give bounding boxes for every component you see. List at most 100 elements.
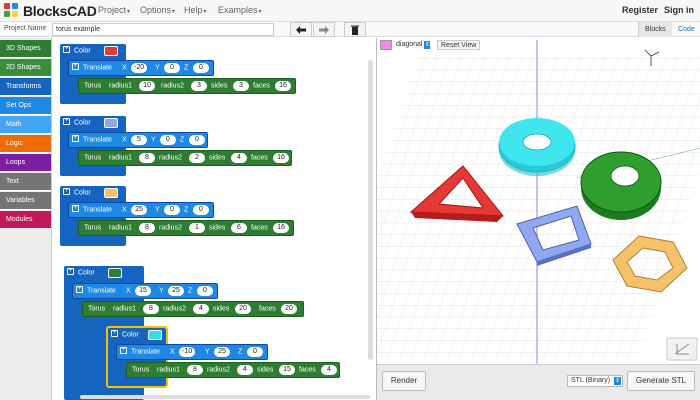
category-2d-shapes[interactable]: 2D Shapes [0,59,51,77]
signin-link[interactable]: Sign in [664,5,694,15]
register-link[interactable]: Register [622,5,658,15]
torus-block[interactable]: Torus radius1 8 radius2 1 sides 6 faces … [78,220,294,236]
translate-x-field[interactable]: 5 [131,135,147,145]
translate-y-field[interactable]: 0 [164,205,180,215]
category-logic[interactable]: Logic [0,135,51,153]
caret-down-icon: ▾ [172,9,176,15]
generate-stl-button[interactable]: Generate STL [627,371,695,391]
torus-block[interactable]: Torus radius1 8 radius2 4 sides 15 faces… [126,362,340,378]
radius1-field[interactable]: 8 [139,153,155,163]
color-swatch[interactable] [148,330,162,340]
radius1-field[interactable]: 10 [139,81,155,91]
sides-field[interactable]: 3 [233,81,249,91]
torus-block[interactable]: Torus radius1 10 radius2 3 sides 3 faces… [78,78,296,94]
view-color-swatch[interactable] [380,40,392,50]
undo-button[interactable] [290,22,312,37]
radius1-field[interactable]: 8 [139,223,155,233]
plus-icon[interactable]: + [63,46,70,53]
plus-icon[interactable]: + [72,205,79,212]
category-variables[interactable]: Variables [0,192,51,210]
sides-field[interactable]: 6 [231,223,247,233]
workspace-vertical-scrollbar[interactable] [368,60,373,360]
reset-view-button[interactable]: Reset View [437,40,481,50]
block-workspace[interactable]: + Color + Translate X -20 Y 0 Z 0 Torus … [52,38,374,400]
faces-field[interactable]: 4 [321,365,337,375]
viewer-toolbar: diagonal ⇕ Reset View [377,38,700,52]
torus-block[interactable]: Torus radius1 8 radius2 4 sides 20 faces… [82,301,304,317]
plus-icon[interactable]: + [111,330,118,337]
top-bar: BlocksCAD Project▾ Options▾ Help▾ Exampl… [0,0,700,22]
tab-blocks[interactable]: Blocks [638,22,672,37]
translate-x-field[interactable]: -10 [179,347,196,357]
faces-field[interactable]: 16 [273,223,289,233]
radius2-field[interactable]: 4 [237,365,253,375]
project-name-input[interactable]: torus example [52,23,274,36]
plus-icon[interactable]: + [72,135,79,142]
plus-icon[interactable]: + [63,188,70,195]
render-button[interactable]: Render [382,371,426,391]
plus-icon[interactable]: + [72,63,79,70]
select-arrows-icon: ⇕ [614,377,621,385]
translate-block[interactable]: + Translate X 5 Y 0 Z 0 [68,132,208,148]
color-swatch[interactable] [108,268,122,278]
caret-down-icon: ▾ [127,9,131,15]
radius1-field[interactable]: 8 [143,304,159,314]
tab-code[interactable]: Code [672,22,700,37]
translate-x-field[interactable]: 25 [131,205,147,215]
category-transforms[interactable]: Transforms [0,78,51,96]
view-select[interactable]: diagonal ⇕ [396,40,431,50]
render-canvas[interactable] [377,38,700,364]
category-modules[interactable]: Modules [0,211,51,229]
category-loops[interactable]: Loops [0,154,51,172]
translate-x-field[interactable]: -20 [131,63,148,73]
menu-help[interactable]: Help▾ [184,5,207,15]
radius1-field[interactable]: 8 [187,365,203,375]
translate-block[interactable]: + Translate X -10 Y 25 Z 0 [116,344,268,360]
menu-project[interactable]: Project▾ [98,5,130,15]
translate-y-field[interactable]: 0 [160,135,176,145]
render-viewer[interactable]: diagonal ⇕ Reset View Render STL (Binary… [376,38,700,400]
plus-icon[interactable]: + [76,286,83,293]
redo-button[interactable] [313,22,335,37]
translate-x-field[interactable]: 15 [135,286,151,296]
torus-block[interactable]: Torus radius1 8 radius2 2 sides 4 faces … [78,150,292,166]
translate-block[interactable]: + Translate X 25 Y 0 Z 0 [68,202,214,218]
translate-z-field[interactable]: 0 [197,286,213,296]
format-select[interactable]: STL (Binary) ⇕ [567,375,623,387]
translate-z-field[interactable]: 0 [193,63,209,73]
translate-z-field[interactable]: 0 [247,347,263,357]
plus-icon[interactable]: + [67,268,74,275]
color-swatch[interactable] [104,188,118,198]
faces-field[interactable]: 16 [275,81,291,91]
workspace-horizontal-scrollbar[interactable] [80,395,370,399]
logo: BlocksCAD [4,2,97,20]
sides-field[interactable]: 15 [279,365,295,375]
menu-examples[interactable]: Examples▾ [218,5,262,15]
translate-y-field[interactable]: 0 [164,63,180,73]
radius2-field[interactable]: 2 [189,153,205,163]
translate-z-field[interactable]: 0 [193,205,209,215]
radius2-field[interactable]: 4 [193,304,209,314]
sides-field[interactable]: 20 [235,304,251,314]
translate-z-field[interactable]: 0 [189,135,205,145]
category-set-ops[interactable]: Set Ops [0,97,51,115]
color-swatch[interactable] [104,118,118,128]
category-math[interactable]: Math [0,116,51,134]
camera-corner-icon[interactable] [666,337,698,361]
color-swatch[interactable] [104,46,118,56]
plus-icon[interactable]: + [63,118,70,125]
translate-y-field[interactable]: 25 [168,286,184,296]
category-text[interactable]: Text [0,173,51,191]
translate-y-field[interactable]: 25 [214,347,230,357]
radius2-field[interactable]: 3 [191,81,207,91]
menu-options[interactable]: Options▾ [140,5,175,15]
faces-field[interactable]: 16 [273,153,289,163]
delete-button[interactable] [344,22,366,37]
translate-block[interactable]: + Translate X 15 Y 25 Z 0 [72,283,218,299]
faces-field[interactable]: 20 [281,304,297,314]
plus-icon[interactable]: + [120,347,127,354]
category-3d-shapes[interactable]: 3D Shapes [0,40,51,58]
sides-field[interactable]: 4 [231,153,247,163]
radius2-field[interactable]: 1 [189,223,205,233]
translate-block[interactable]: + Translate X -20 Y 0 Z 0 [68,60,214,76]
